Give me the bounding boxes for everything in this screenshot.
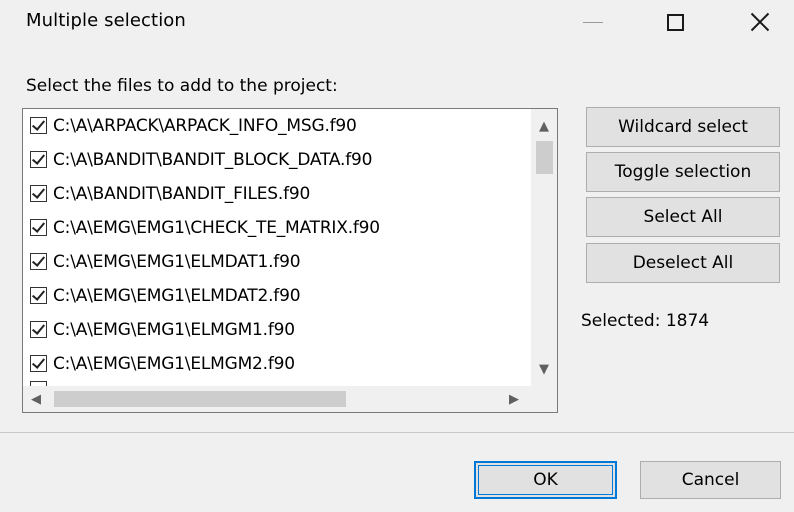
file-path: C:\A\ARPACK\ARPACK_INFO_MSG.f90 [53, 115, 357, 136]
file-path: C:\A\EMG\EMG1\CHECK_TE_MATRIX.f90 [53, 217, 380, 238]
close-icon [750, 12, 770, 32]
window-title: Multiple selection [26, 10, 186, 31]
minimize-button[interactable] [558, 0, 628, 44]
select-all-button[interactable]: Select All [586, 197, 780, 237]
maximize-icon [666, 13, 684, 31]
file-list-item[interactable]: C:\A\BANDIT\BANDIT_FILES.f90 [30, 177, 310, 210]
vertical-scrollbar[interactable]: ▲ ▼ [531, 109, 557, 386]
file-checkbox[interactable] [30, 219, 47, 236]
file-list-item[interactable]: C:\A\EMG\EMG1\ELMGM2.f90 [30, 347, 295, 380]
divider [0, 432, 794, 433]
file-path: C:\A\EMG\EMG1\ELMGM2.f90 [53, 353, 295, 374]
file-list-item[interactable]: C:\A\EMG\EMG1\ELMGM1.f90 [30, 313, 295, 346]
wildcard-select-button[interactable]: Wildcard select [586, 107, 780, 147]
file-list-label: Select the files to add to the project: [26, 76, 338, 96]
maximize-button[interactable] [640, 0, 710, 44]
file-list[interactable]: C:\A\ARPACK\ARPACK_INFO_MSG.f90 C:\A\BAN… [22, 108, 558, 413]
scroll-right-icon[interactable]: ▶ [501, 386, 527, 412]
file-list-item[interactable]: C:\A\ARPACK\ARPACK_INFO_MSG.f90 [30, 109, 357, 142]
scroll-left-icon[interactable]: ◀ [23, 386, 49, 412]
file-checkbox[interactable] [30, 355, 47, 372]
file-path: C:\A\EMG\EMG1\ELMDAT2.f90 [53, 285, 301, 306]
file-path: C:\A\EMG\EMG1\ELMDAT1.f90 [53, 251, 301, 272]
horizontal-scroll-thumb[interactable] [54, 391, 346, 407]
cancel-button[interactable]: Cancel [640, 461, 781, 499]
file-path: C:\A\BANDIT\BANDIT_BLOCK_DATA.f90 [53, 149, 373, 170]
file-checkbox[interactable] [30, 151, 47, 168]
file-checkbox[interactable] [30, 287, 47, 304]
horizontal-scrollbar[interactable]: ◀ ▶ [23, 386, 531, 412]
file-path: C:\A\BANDIT\BANDIT_FILES.f90 [53, 183, 311, 204]
file-list-rows: C:\A\ARPACK\ARPACK_INFO_MSG.f90 C:\A\BAN… [23, 109, 533, 386]
scrollbar-corner [531, 386, 557, 412]
deselect-all-button[interactable]: Deselect All [586, 243, 780, 283]
title-bar: Multiple selection [0, 0, 794, 50]
ok-focus-ring [478, 465, 613, 495]
file-checkbox[interactable] [30, 321, 47, 338]
scroll-down-icon[interactable]: ▼ [531, 356, 557, 382]
scroll-up-icon[interactable]: ▲ [531, 113, 557, 139]
file-checkbox[interactable] [30, 185, 47, 202]
file-list-item[interactable]: C:\A\EMG\EMG1\ELMDAT2.f90 [30, 279, 301, 312]
selected-count: Selected: 1874 [581, 311, 710, 331]
file-checkbox[interactable] [30, 253, 47, 270]
file-list-item[interactable]: C:\A\EMG\EMG1\ELMDAT1.f90 [30, 245, 301, 278]
vertical-scroll-thumb[interactable] [536, 141, 553, 174]
ok-button[interactable]: OK [474, 461, 617, 499]
minimize-icon [583, 21, 603, 23]
file-checkbox[interactable] [30, 117, 47, 134]
file-list-item[interactable]: C:\A\EMG\EMG1\CHECK_TE_MATRIX.f90 [30, 211, 380, 244]
file-path: C:\A\EMG\EMG1\ELMGM1.f90 [53, 319, 295, 340]
toggle-selection-button[interactable]: Toggle selection [586, 152, 780, 192]
file-list-item[interactable]: C:\A\BANDIT\BANDIT_BLOCK_DATA.f90 [30, 143, 372, 176]
close-button[interactable] [725, 0, 794, 44]
